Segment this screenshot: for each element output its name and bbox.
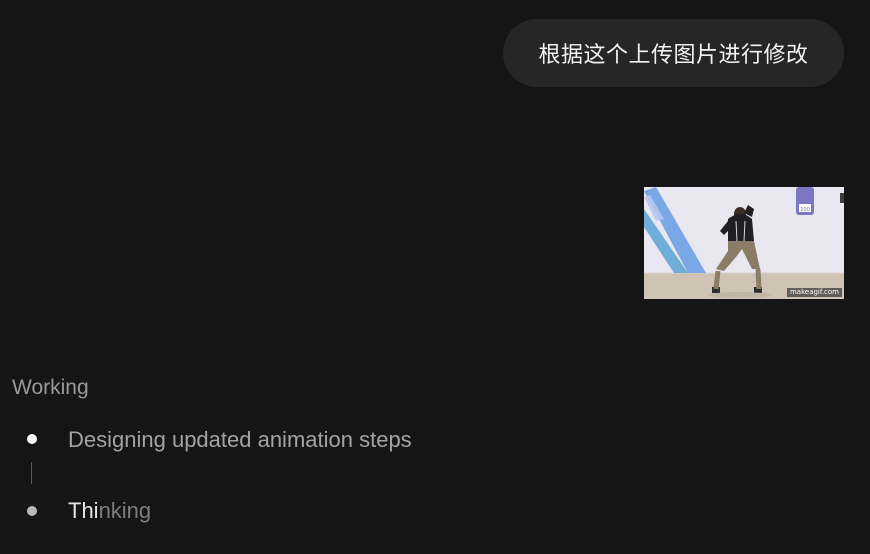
sign-number: 100 [800,207,810,213]
dancer-image: 100 [644,187,844,299]
uploaded-image-thumbnail[interactable]: 100 makeagif.com [644,187,844,299]
thinking-label-dim: nking [98,498,152,523]
watermark-label: makeagif.com [786,288,842,297]
step-done-bullet-icon [27,434,37,444]
step-active-bullet-icon [27,506,37,516]
step-connector [31,462,32,484]
thinking-label-bright: Thi [68,498,99,523]
step-label: Designing updated animation steps [68,427,412,452]
user-message-text: 根据这个上传图片进行修改 [538,43,809,68]
user-message-bubble: 根据这个上传图片进行修改 [503,19,844,87]
thinking-label: Thinking [68,498,151,524]
chat-page: 根据这个上传图片进行修改 100 makeagif.com Working De… [0,0,870,554]
status-label: Working [12,376,89,399]
